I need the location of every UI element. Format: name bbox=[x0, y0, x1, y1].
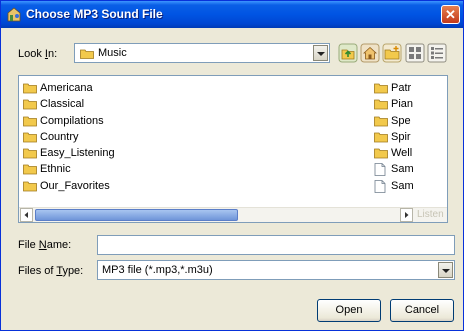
look-in-label: Look In: bbox=[18, 48, 58, 60]
folder-icon bbox=[23, 132, 37, 143]
app-icon bbox=[7, 7, 21, 22]
list-item-label: Country bbox=[40, 130, 79, 143]
chevron-down-icon[interactable] bbox=[438, 262, 453, 278]
file-name-label: File Name: bbox=[18, 239, 72, 251]
list-item[interactable]: Well bbox=[373, 145, 447, 161]
list-item[interactable]: Country bbox=[22, 129, 115, 145]
folder-icon bbox=[23, 83, 37, 94]
scroll-left-button[interactable] bbox=[20, 208, 33, 222]
list-item[interactable]: Spir bbox=[373, 129, 447, 145]
list-item-label: Ethnic bbox=[40, 163, 71, 176]
list-item[interactable]: Easy_Listening bbox=[22, 145, 115, 161]
home-icon[interactable] bbox=[360, 43, 380, 63]
list-item[interactable]: Our_Favorites bbox=[22, 178, 115, 194]
scroll-right-button[interactable] bbox=[400, 208, 413, 222]
folder-icon bbox=[374, 132, 388, 143]
list-item-label: Spir bbox=[391, 130, 411, 143]
close-icon: ✕ bbox=[445, 7, 456, 22]
close-button[interactable]: ✕ bbox=[441, 5, 460, 24]
folder-icon bbox=[374, 148, 388, 159]
horizontal-scrollbar[interactable]: Listen bbox=[19, 207, 447, 222]
list-item-label: Spe bbox=[391, 114, 411, 127]
list-item[interactable]: Compilations bbox=[22, 113, 115, 129]
new-folder-icon[interactable] bbox=[382, 43, 402, 63]
list-item[interactable]: Classical bbox=[22, 96, 115, 112]
list-item-label: Well bbox=[391, 147, 413, 160]
list-item[interactable]: Patr bbox=[373, 80, 447, 96]
folder-icon bbox=[374, 116, 388, 126]
folder-icon bbox=[23, 181, 37, 192]
folder-icon bbox=[374, 99, 388, 110]
folder-icon bbox=[23, 99, 37, 110]
cancel-button[interactable]: Cancel bbox=[390, 299, 454, 322]
list-item[interactable]: Sam bbox=[373, 161, 447, 177]
list-item-label: Classical bbox=[40, 98, 85, 111]
file-name-input[interactable] bbox=[97, 235, 455, 255]
files-of-type-label: Files of Type: bbox=[18, 265, 84, 277]
list-item-label: Sam bbox=[391, 163, 414, 176]
up-folder-icon[interactable] bbox=[338, 43, 358, 63]
chevron-down-icon[interactable] bbox=[313, 45, 328, 61]
list-view-icon[interactable] bbox=[405, 43, 425, 63]
list-item[interactable]: Spe bbox=[373, 113, 447, 129]
list-item-label: Compilations bbox=[40, 114, 104, 127]
file-list-column-left: Americana Classical Compilations Country Eas… bbox=[22, 80, 115, 194]
files-of-type-value: MP3 file (*.mp3,*.m3u) bbox=[102, 264, 213, 276]
window-title: Choose MP3 Sound File bbox=[26, 7, 163, 21]
list-item-label: Our_Favorites bbox=[40, 179, 110, 192]
file-icon bbox=[374, 163, 386, 177]
look-in-value: Music bbox=[98, 47, 127, 59]
title-bar[interactable]: Choose MP3 Sound File ✕ bbox=[1, 1, 463, 28]
file-list-column-right: Patr Pian Spe Spir Well Sam Sam bbox=[373, 80, 447, 194]
open-button[interactable]: Open bbox=[317, 299, 381, 322]
details-view-icon[interactable] bbox=[427, 43, 447, 63]
folder-icon bbox=[23, 116, 37, 126]
folder-icon bbox=[80, 49, 94, 59]
file-icon bbox=[374, 179, 386, 193]
list-item[interactable]: Americana bbox=[22, 80, 115, 96]
folder-icon bbox=[23, 165, 37, 175]
list-item-label: Pian bbox=[391, 98, 414, 111]
files-of-type-dropdown[interactable]: MP3 file (*.mp3,*.m3u) bbox=[97, 260, 455, 280]
scrollbar-thumb[interactable] bbox=[35, 209, 238, 221]
list-item[interactable]: Sam bbox=[373, 178, 447, 194]
folder-icon bbox=[374, 83, 388, 94]
look-in-dropdown[interactable]: Music bbox=[74, 43, 330, 63]
folder-icon bbox=[23, 148, 37, 159]
list-item[interactable]: Pian bbox=[373, 96, 447, 112]
list-item-label: Patr bbox=[391, 82, 412, 94]
chevron-left-icon bbox=[24, 212, 28, 218]
list-item[interactable]: Ethnic bbox=[22, 161, 115, 177]
chevron-right-icon bbox=[405, 212, 409, 218]
list-item-label: Sam bbox=[391, 179, 414, 192]
listen-label: Listen bbox=[417, 209, 444, 220]
file-list[interactable]: Americana Classical Compilations Country Eas… bbox=[18, 75, 448, 223]
choose-mp3-dialog: Choose MP3 Sound File ✕ Look In: Music A… bbox=[0, 0, 464, 331]
list-item-label: Americana bbox=[40, 82, 93, 94]
list-item-label: Easy_Listening bbox=[40, 147, 115, 160]
